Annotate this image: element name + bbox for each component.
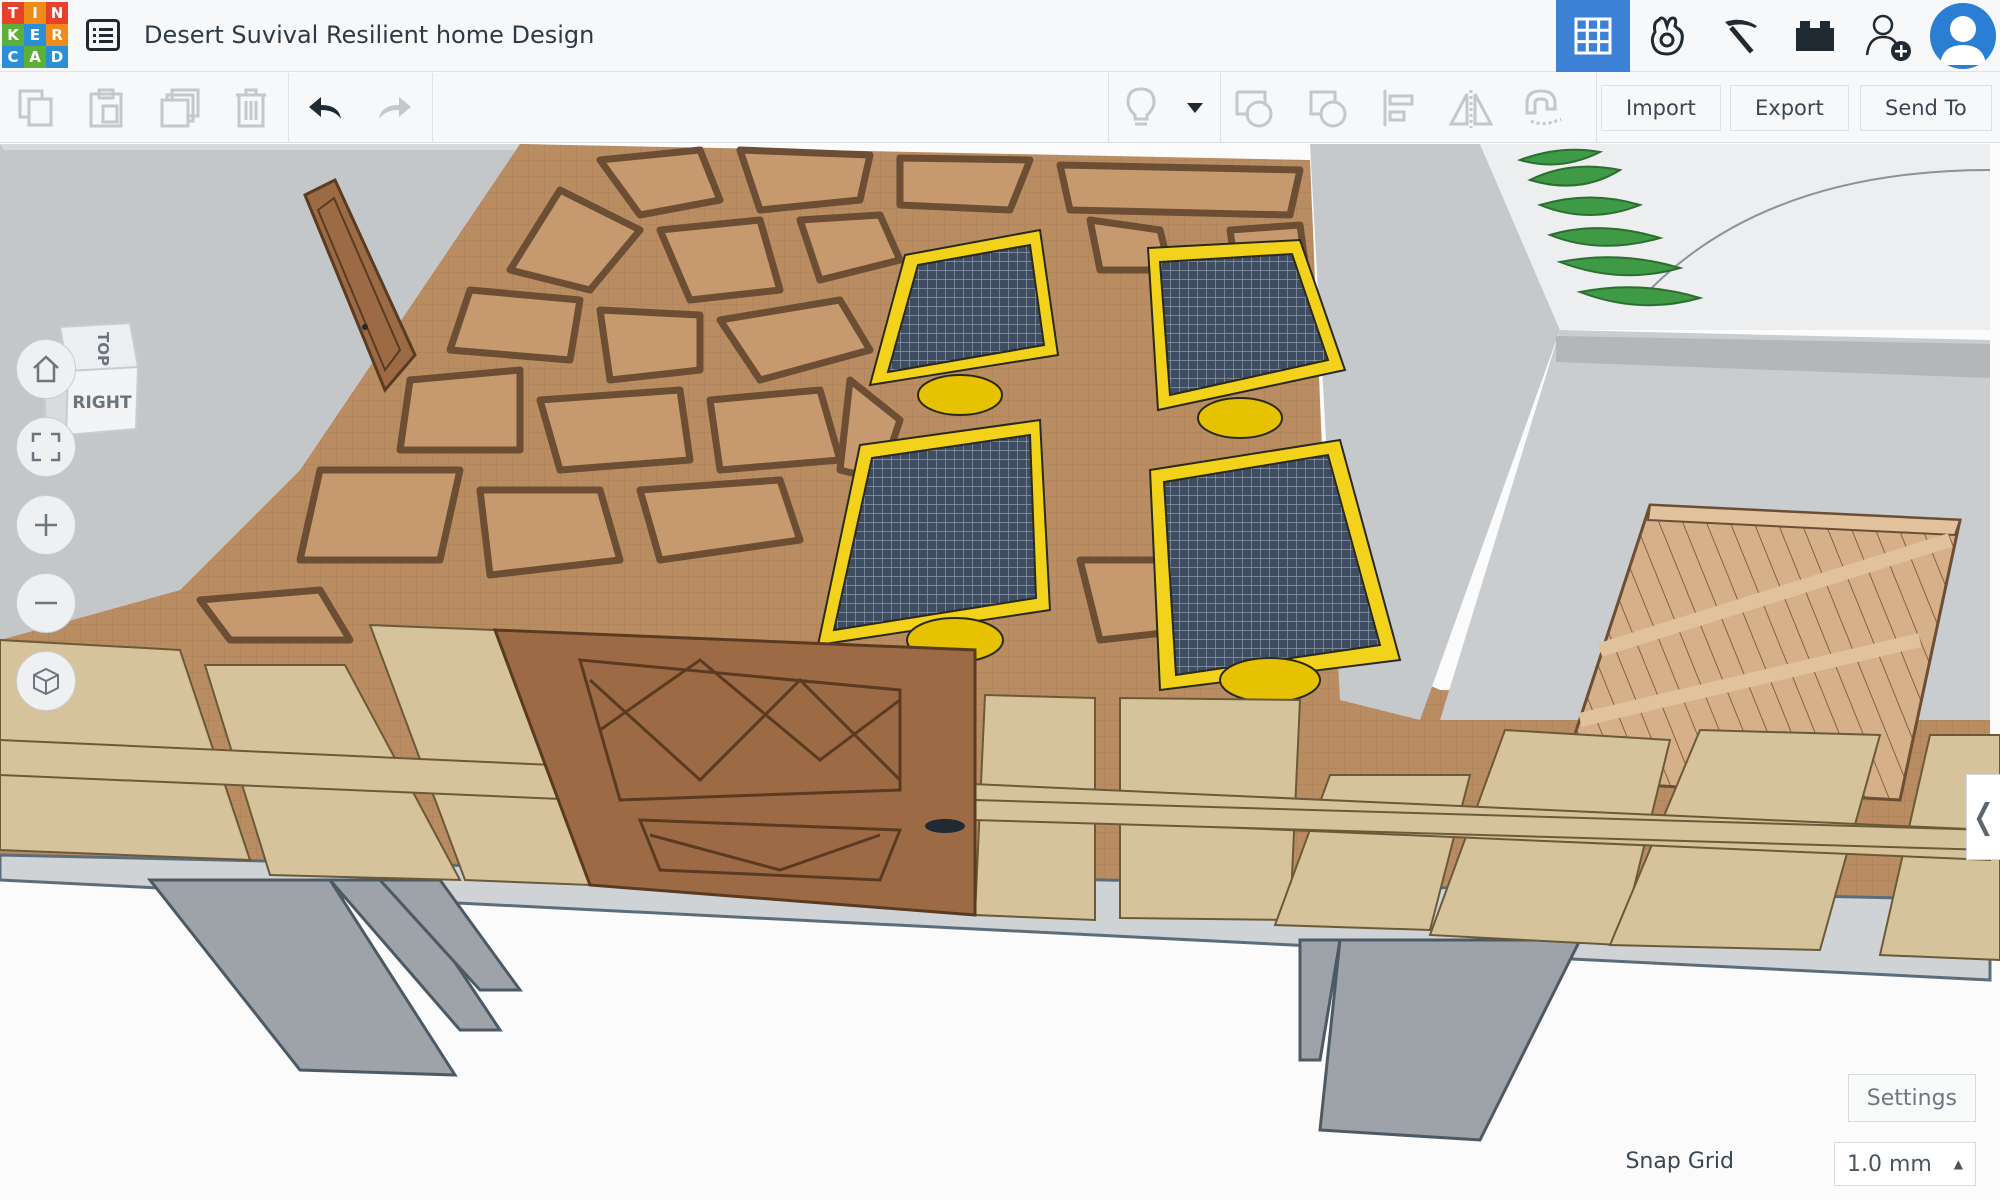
redo-button[interactable] [368,81,422,135]
view-cube-right-label: RIGHT [72,393,132,413]
tinkercad-editor: T I N K E R C A D Desert Suvival Resilie… [0,0,2000,1200]
fit-view-icon [31,432,61,462]
logo-letter: A [24,46,46,68]
trash-icon [236,88,266,128]
group-button[interactable] [1228,81,1282,135]
logo-letter: N [46,2,68,24]
copy-icon [18,89,53,127]
3d-design-view-button[interactable] [1556,0,1630,72]
logo-letter: R [46,24,68,46]
logo-letter: I [24,2,46,24]
lego-brick-icon [1796,21,1834,51]
snap-grid-label: Snap Grid [1625,1149,1734,1174]
delete-button[interactable] [224,81,278,135]
mirror-button[interactable] [1444,81,1498,135]
perspective-cube-icon [33,667,59,696]
plus-icon [35,514,57,536]
logo-letter: T [2,2,24,24]
ungroup-icon [1309,90,1347,128]
logo-letter: K [2,24,24,46]
logo-letter: C [2,46,24,68]
caret-up-icon: ▲ [1953,1157,1963,1171]
snap-grid-select[interactable]: 1.0 mm ▲ [1834,1142,1976,1186]
minecraft-pickaxe-icon [1725,19,1757,54]
design-title[interactable]: Desert Suvival Resilient home Design [144,21,594,49]
tinkercad-logo[interactable]: T I N K E R C A D [2,2,68,68]
duplicate-button[interactable] [153,81,207,135]
home-view-button[interactable] [16,339,76,399]
mirror-icon [1449,90,1493,128]
3d-workplane[interactable]: TOP RIGHT ❬ Settings Snap Grid 1.0 mm ▲ [0,144,2000,1200]
undo-icon [309,97,341,119]
user-avatar-icon [1940,16,1986,65]
copy-button[interactable] [9,81,63,135]
collapse-panel-button[interactable]: ❬ [1966,774,2000,860]
fit-view-button[interactable] [16,417,76,477]
paste-button[interactable] [79,81,133,135]
user-avatar-button[interactable] [1926,0,2000,72]
toolbar-divider [432,73,433,143]
grid-view-icon [1574,17,1612,55]
invite-user-icon [1865,14,1911,61]
design-list-button[interactable] [84,16,122,54]
invite-user-button[interactable] [1852,0,1926,72]
paste-icon [89,88,123,128]
minecraft-view-button[interactable] [1704,0,1778,72]
snap-grid-value: 1.0 mm [1847,1151,1932,1177]
align-icon [1383,90,1414,126]
cruise-button[interactable] [1516,81,1570,135]
left-wall-top [0,144,520,150]
lego-view-button[interactable] [1778,0,1852,72]
toolbar-divider [1220,73,1221,143]
blocks-view-button[interactable] [1630,0,1704,72]
export-button[interactable]: Export [1730,85,1849,131]
redo-icon [379,97,411,119]
toolbar-divider [1108,73,1109,143]
undo-button[interactable] [298,81,352,135]
show-options-dropdown[interactable] [1168,81,1222,135]
settings-button[interactable]: Settings [1847,1074,1976,1122]
home-icon [33,355,59,383]
duplicate-icon [160,88,200,128]
edit-toolbar: Import Export Send To [0,73,2000,143]
brick-mode-icon [1650,16,1684,56]
logo-letter: E [24,24,46,46]
align-button[interactable] [1372,81,1426,135]
show-all-button[interactable] [1114,81,1168,135]
avatar [1930,3,1996,69]
minus-icon [35,601,57,605]
caret-down-icon [1187,103,1203,113]
zoom-in-button[interactable] [16,495,76,555]
zoom-out-button[interactable] [16,573,76,633]
ungroup-button[interactable] [1302,81,1356,135]
import-button[interactable]: Import [1601,85,1721,131]
projection-toggle-button[interactable] [16,651,76,711]
lightbulb-icon [1126,87,1156,126]
send-to-button[interactable]: Send To [1860,85,1992,131]
toolbar-divider [1596,73,1597,143]
list-icon [86,19,120,51]
3d-scene [0,144,2000,1200]
top-icon-group [1556,0,2000,72]
view-cube-top-label: TOP [94,332,112,366]
top-bar: T I N K E R C A D Desert Suvival Resilie… [0,0,2000,72]
group-icon [1235,90,1273,128]
magnet-icon [1525,89,1562,126]
logo-letter: D [46,46,68,68]
toolbar-divider [288,73,289,143]
